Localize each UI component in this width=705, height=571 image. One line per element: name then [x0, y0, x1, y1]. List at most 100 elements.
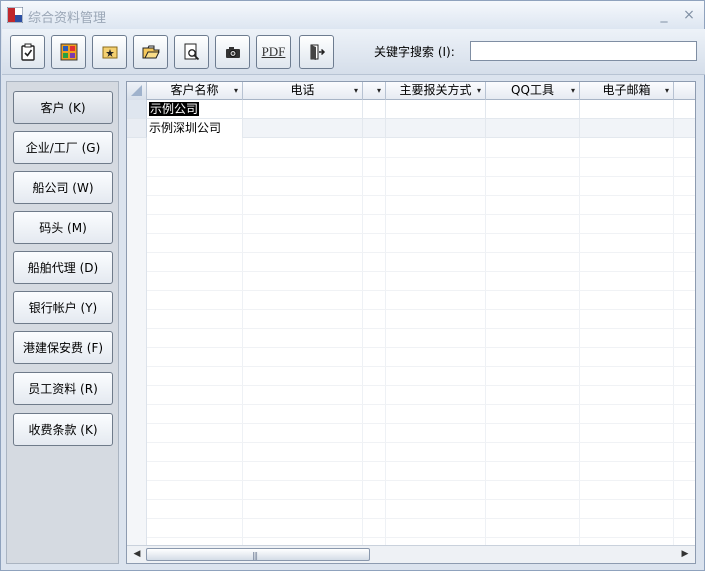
nav-enterprises[interactable]: 企业/工厂 (G) [13, 131, 113, 164]
nav-employees[interactable]: 员工资料 (R) [13, 372, 113, 405]
table-row[interactable]: 示例深圳公司 [147, 119, 695, 138]
grid-line [147, 404, 695, 405]
column-header-customer-name[interactable]: 客户名称 ▾ [147, 82, 243, 100]
cell-qq[interactable] [486, 119, 580, 138]
data-grid: 客户名称 ▾ 电话 ▾ ▾ 主要报关方式 ▾ QQ工具 ▾ 电子邮箱 ▾ 示例公… [126, 81, 696, 564]
grid-line [147, 461, 695, 462]
cell-customer-name[interactable]: 示例深圳公司 [147, 119, 243, 138]
grid-line [147, 214, 695, 215]
grid-line [147, 499, 695, 500]
nav-bank-accounts[interactable]: 银行帐户 (Y) [13, 291, 113, 324]
column-header-qq[interactable]: QQ工具 ▾ [486, 82, 580, 100]
column-header-label: QQ工具 [511, 83, 554, 97]
column-header-label: 主要报关方式 [399, 83, 472, 97]
dropdown-arrow-icon[interactable]: ▾ [377, 82, 381, 100]
grid-line [147, 195, 695, 196]
grid-line [147, 157, 695, 158]
dropdown-arrow-icon[interactable]: ▾ [571, 82, 575, 100]
cell-blank[interactable] [363, 119, 386, 138]
selected-cell-text: 示例公司 [149, 102, 200, 116]
confirm-button[interactable] [10, 35, 45, 69]
grip-icon: ||| [252, 551, 258, 560]
cell-email[interactable] [580, 119, 674, 138]
main-window: 综合资料管理 _ × PDF 关键字搜索 (I): 客户 (K) 企业/工厂 (… [0, 0, 705, 571]
dropdown-arrow-icon[interactable]: ▾ [354, 82, 358, 100]
grid-line [147, 347, 695, 348]
pdf-label: PDF [261, 44, 286, 59]
scroll-right-icon[interactable]: ▶ [677, 546, 693, 563]
camera-icon [225, 47, 240, 58]
corner-triangle-icon [131, 85, 142, 96]
scroll-left-icon[interactable]: ◀ [129, 546, 145, 563]
grid-line [147, 328, 695, 329]
toolbar: PDF 关键字搜索 (I): [2, 29, 705, 75]
print-preview-icon [184, 43, 199, 61]
dropdown-arrow-icon[interactable]: ▾ [477, 82, 481, 100]
title-bar: 综合资料管理 _ × [1, 1, 704, 29]
grid-line [147, 537, 695, 538]
grid-line [147, 480, 695, 481]
grid-line [147, 176, 695, 177]
column-header-email[interactable]: 电子邮箱 ▾ [580, 82, 674, 100]
open-button[interactable] [133, 35, 168, 69]
clipboard-check-icon [20, 43, 35, 61]
column-header-label: 电子邮箱 [602, 83, 651, 97]
minimize-button[interactable]: _ [654, 5, 674, 25]
nav-ship-agents[interactable]: 船舶代理 (D) [13, 251, 113, 284]
grid-line [147, 442, 695, 443]
nav-terminals[interactable]: 码头 (M) [13, 211, 113, 244]
close-button[interactable]: × [679, 5, 699, 25]
grid-line [147, 252, 695, 253]
column-header-label: 电话 [290, 83, 315, 97]
open-folder-icon [142, 45, 160, 59]
window-title: 综合资料管理 [28, 11, 107, 26]
grid-line [147, 290, 695, 291]
row-indicator[interactable] [127, 119, 147, 138]
nav-fee-terms[interactable]: 收费条款 (K) [13, 413, 113, 446]
exit-door-icon [310, 44, 325, 60]
grid-line [147, 271, 695, 272]
column-header-label: 客户名称 [170, 83, 219, 97]
search-label: 关键字搜索 (I): [374, 45, 455, 59]
category-sidebar: 客户 (K) 企业/工厂 (G) 船公司 (W) 码头 (M) 船舶代理 (D)… [6, 81, 119, 564]
dropdown-arrow-icon[interactable]: ▾ [665, 82, 669, 100]
dropdown-arrow-icon[interactable]: ▾ [234, 82, 238, 100]
cell-customs-method[interactable] [386, 119, 486, 138]
column-header-blank[interactable]: ▾ [363, 82, 386, 100]
preview-button[interactable] [174, 35, 209, 69]
grid-button[interactable] [51, 35, 86, 69]
grid-line [147, 233, 695, 234]
table-row[interactable]: 示例公司 [147, 100, 695, 119]
grid-header: 客户名称 ▾ 电话 ▾ ▾ 主要报关方式 ▾ QQ工具 ▾ 电子邮箱 ▾ [127, 82, 695, 100]
grid-line [147, 385, 695, 386]
grid-color-icon [60, 43, 77, 61]
new-folder-star-icon [102, 46, 117, 59]
column-header-phone[interactable]: 电话 ▾ [243, 82, 363, 100]
cell-qq[interactable] [486, 100, 580, 119]
grid-line [147, 518, 695, 519]
row-indicator-column [127, 100, 147, 546]
cell-phone[interactable] [243, 119, 363, 138]
column-header-customs-method[interactable]: 主要报关方式 ▾ [386, 82, 486, 100]
camera-button[interactable] [215, 35, 250, 69]
cell-email[interactable] [580, 100, 674, 119]
cell-phone[interactable] [243, 100, 363, 119]
pdf-button[interactable]: PDF [256, 35, 291, 69]
nav-shipping-companies[interactable]: 船公司 (W) [13, 171, 113, 204]
exit-button[interactable] [299, 35, 334, 69]
cell-customer-name[interactable]: 示例公司 [147, 100, 243, 119]
horizontal-scrollbar[interactable]: ◀ ||| ▶ [127, 545, 695, 563]
grid-line [147, 309, 695, 310]
cell-customs-method[interactable] [386, 100, 486, 119]
nav-customers[interactable]: 客户 (K) [13, 91, 113, 124]
nav-port-security-fees[interactable]: 港建保安费 (F) [13, 331, 113, 364]
select-all-corner[interactable] [127, 82, 147, 100]
search-input[interactable] [470, 41, 697, 61]
row-indicator[interactable] [127, 100, 147, 119]
app-icon [7, 7, 23, 23]
grid-line [147, 423, 695, 424]
grid-line [147, 366, 695, 367]
scrollbar-thumb[interactable]: ||| [146, 548, 370, 561]
new-button[interactable] [92, 35, 127, 69]
cell-blank[interactable] [363, 100, 386, 119]
